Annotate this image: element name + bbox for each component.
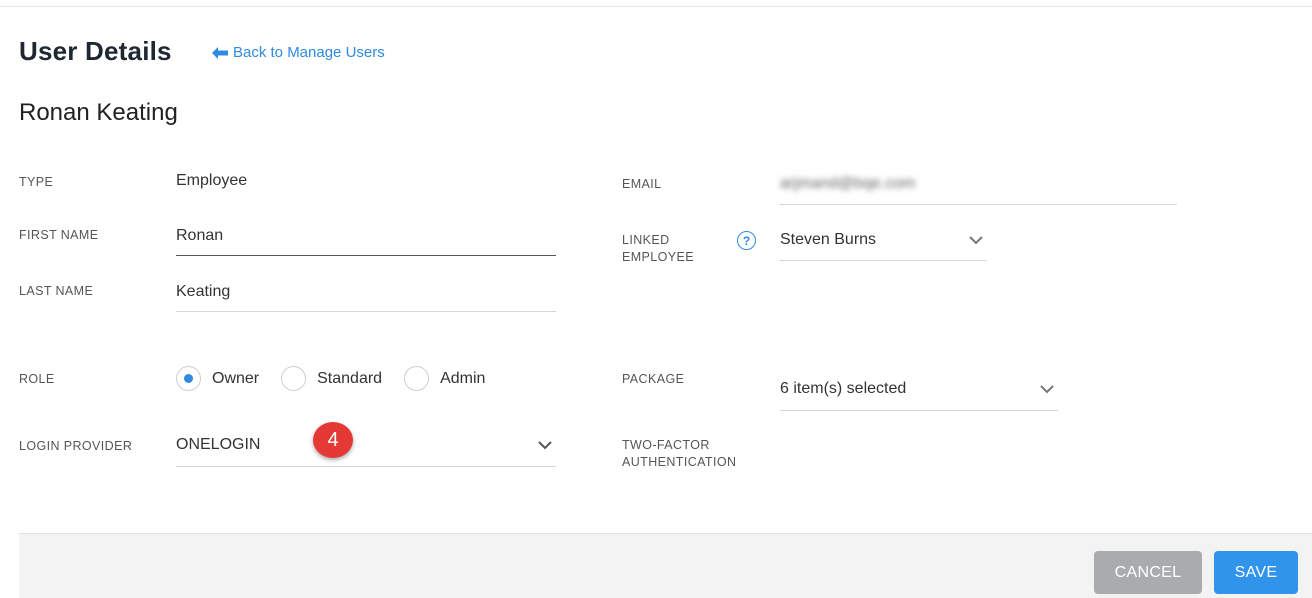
role-option-standard[interactable]: Standard	[281, 366, 382, 391]
login-provider-select[interactable]: ONELOGIN	[176, 424, 556, 467]
linked-employee-label-line1: LINKED	[622, 233, 670, 247]
radio-circle[interactable]	[281, 366, 307, 391]
save-button[interactable]: SAVE	[1214, 551, 1298, 594]
last-name-field[interactable]: Keating	[176, 272, 556, 312]
login-provider-value: ONELOGIN	[176, 436, 261, 453]
cancel-button[interactable]: CANCEL	[1094, 551, 1202, 594]
chevron-down-icon	[969, 235, 983, 244]
login-provider-label: LOGIN PROVIDER	[19, 439, 133, 453]
back-link-label: Back to Manage Users	[233, 44, 385, 61]
last-name-value: Keating	[176, 282, 231, 300]
package-label: PACKAGE	[622, 372, 685, 386]
first-name-label: FIRST NAME	[19, 228, 99, 242]
back-to-manage-users-link[interactable]: Back to Manage Users	[211, 44, 385, 61]
two-factor-label: TWO-FACTOR AUTHENTICATION	[622, 437, 736, 471]
email-value: arjmand@bqe.com	[780, 175, 916, 192]
role-option-standard-label: Standard	[317, 369, 383, 387]
radio-circle-selected[interactable]	[176, 366, 201, 391]
linked-employee-value: Steven Burns	[780, 231, 877, 248]
page-title: User Details	[19, 36, 172, 66]
package-value: 6 item(s) selected	[780, 380, 907, 397]
annotation-badge: 4	[313, 422, 353, 458]
user-full-name: Ronan Keating	[19, 99, 178, 126]
radio-dot	[184, 374, 193, 383]
type-label: TYPE	[19, 175, 54, 189]
linked-employee-select[interactable]: Steven Burns	[780, 220, 987, 261]
first-name-field[interactable]: Ronan	[176, 216, 556, 256]
linked-employee-label: LINKED EMPLOYEE	[622, 232, 694, 266]
arrow-left-icon	[212, 46, 228, 59]
role-option-admin[interactable]: Admin	[404, 366, 485, 391]
role-radio-group: Owner Standard Admin	[176, 366, 507, 391]
two-factor-label-line2: AUTHENTICATION	[622, 455, 737, 469]
role-option-admin-label: Admin	[440, 369, 486, 387]
email-label: EMAIL	[622, 177, 662, 191]
chevron-down-icon	[1040, 384, 1054, 393]
package-select[interactable]: 6 item(s) selected	[780, 368, 1058, 411]
email-field[interactable]: arjmand@bqe.com	[780, 164, 1177, 205]
role-option-owner-label: Owner	[212, 369, 260, 387]
top-divider	[0, 6, 1312, 7]
first-name-value: Ronan	[176, 226, 224, 244]
type-value: Employee	[176, 172, 248, 189]
two-factor-label-line1: TWO-FACTOR	[622, 438, 710, 452]
linked-employee-label-line2: EMPLOYEE	[622, 250, 694, 264]
user-details-page: User Details Back to Manage Users Ronan …	[0, 0, 1312, 598]
radio-circle[interactable]	[404, 366, 430, 391]
role-label: ROLE	[19, 372, 55, 386]
last-name-label: LAST NAME	[19, 284, 94, 298]
question-circle-icon[interactable]: ?	[737, 231, 756, 250]
chevron-down-icon	[538, 440, 552, 449]
role-option-owner[interactable]: Owner	[176, 366, 259, 391]
